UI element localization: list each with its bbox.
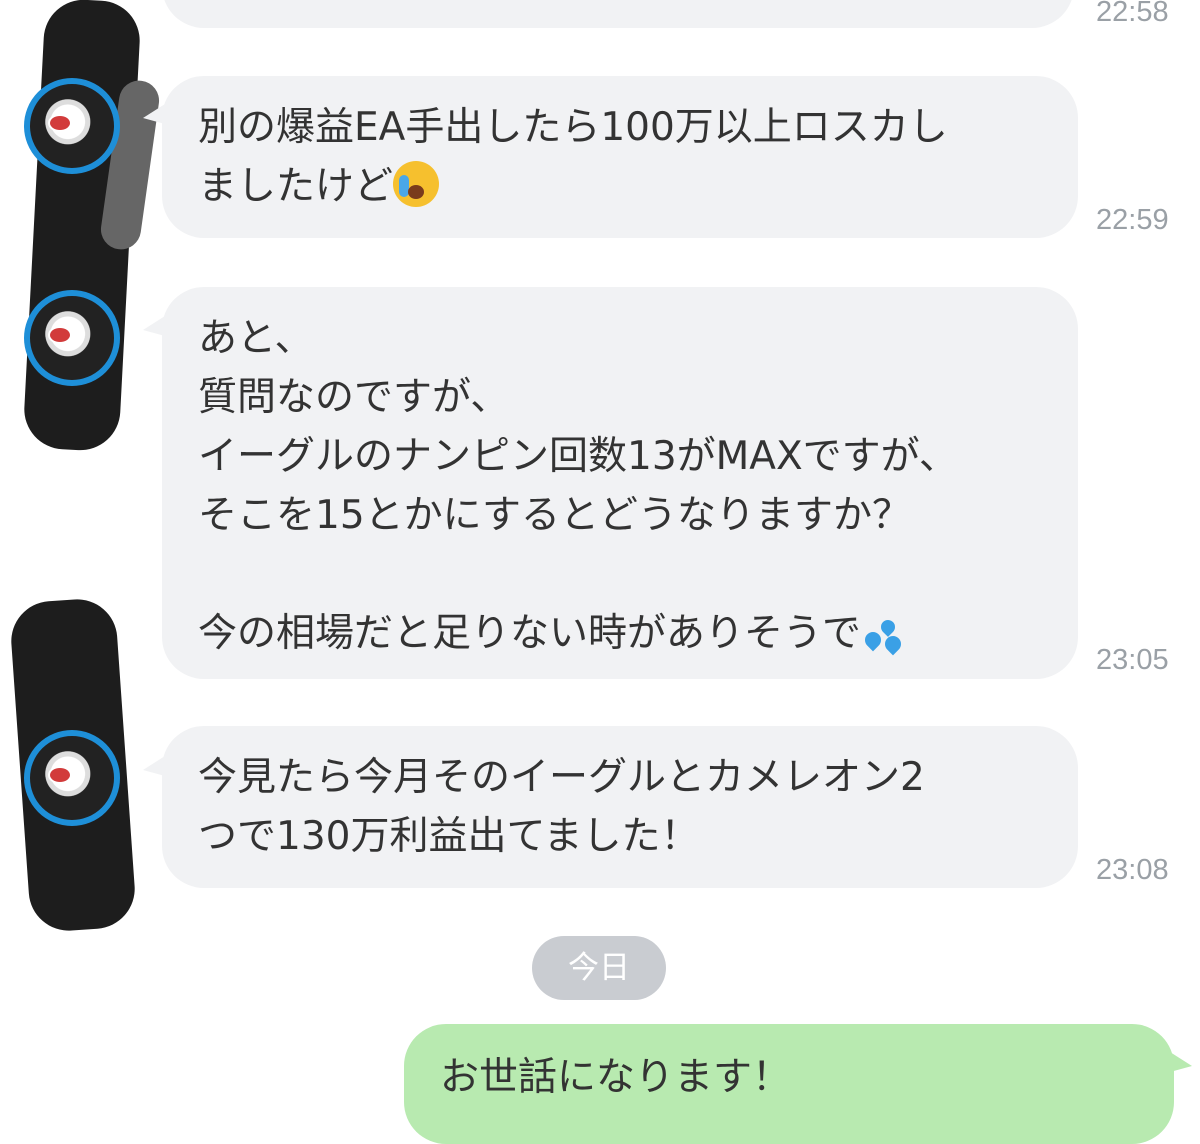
avatar-face-icon [48,326,72,344]
message-line: 今の相場だと足りない時がありそうで [198,611,862,656]
message-bubble-partial[interactable] [162,0,1074,28]
message-line: そこを15とかにするとどうなりますか？ [198,493,912,538]
message-time: 22:59 [1096,204,1169,236]
chat-view[interactable]: 22:58 別の爆益EA手出したら100万以上ロスカし ましたけど 22:59 … [0,0,1200,1144]
message-line: 質問なのですが、 [198,375,510,420]
day-separator: 今日 [532,936,666,1000]
sweat-droplets-icon [861,614,905,656]
contact-avatar[interactable] [24,730,120,826]
message-line: 今見たら今月そのイーグルとカメレオン2 [198,755,925,800]
message-time: 23:08 [1096,854,1169,886]
message-time: 23:05 [1096,644,1169,676]
bubble-tail [1170,1052,1192,1072]
message-text: お世話になります！ [440,1055,792,1100]
message-line: あと、 [198,316,314,361]
message-time: 22:58 [1096,0,1169,28]
loudly-crying-face-icon [393,161,440,207]
contact-avatar[interactable] [24,290,120,386]
message-bubble[interactable]: あと、 質問なのですが、 イーグルのナンピン回数13がMAXですが、 そこを15… [162,287,1078,679]
message-line: 別の爆益EA手出したら100万以上ロスカし [198,105,948,150]
message-bubble[interactable]: 別の爆益EA手出したら100万以上ロスカし ましたけど [162,76,1078,238]
message-line: ましたけど [198,164,394,209]
message-bubble[interactable]: 今見たら今月そのイーグルとカメレオン2 つで130万利益出てました！ [162,726,1078,888]
my-message-bubble[interactable]: お世話になります！ [404,1024,1174,1144]
avatar-face-icon [48,114,72,132]
contact-avatar[interactable] [24,78,120,174]
message-line: イーグルのナンピン回数13がMAXですが、 [198,434,958,479]
avatar-face-icon [48,766,72,784]
message-line: つで130万利益出てました！ [198,814,700,859]
